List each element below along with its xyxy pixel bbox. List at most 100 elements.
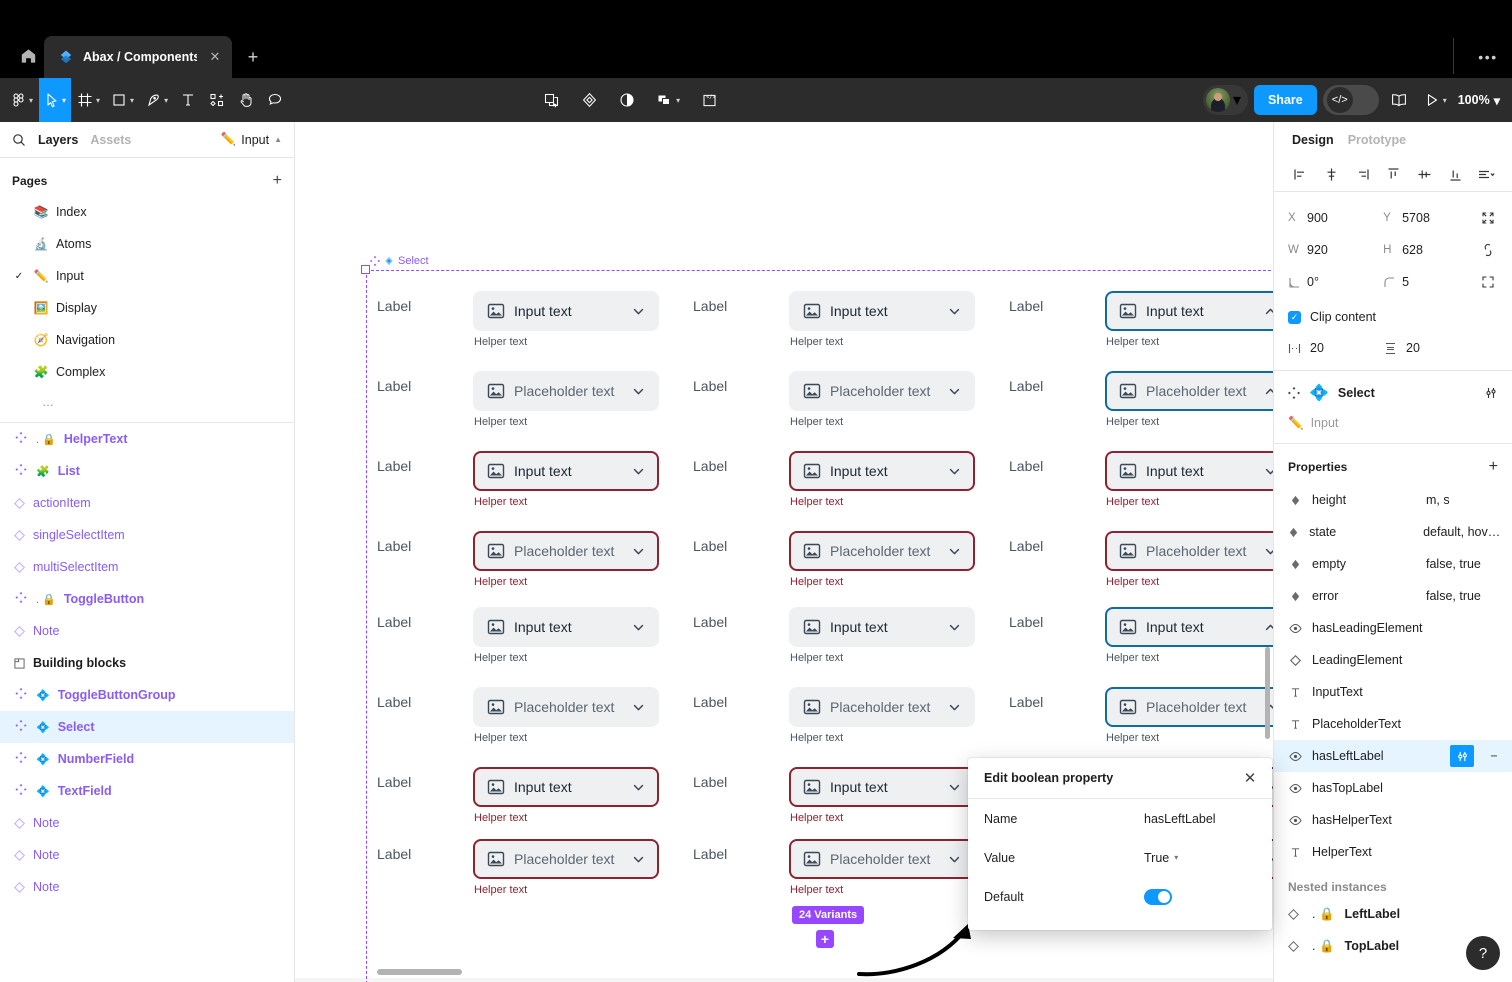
variant-cell[interactable]: Label Placeholder text Helper text [377, 839, 659, 896]
y-field[interactable]: Y 5708 [1383, 211, 1478, 225]
add-page-button[interactable]: + [273, 172, 282, 190]
dialog-name-value[interactable]: hasLeftLabel [1144, 812, 1216, 826]
library-button[interactable] [1385, 78, 1413, 122]
tab-layers[interactable]: Layers [38, 133, 78, 147]
vertical-scrollbar[interactable] [1265, 647, 1270, 739]
property-row-InputText[interactable]: InputText [1274, 676, 1512, 708]
x-field[interactable]: X 900 [1288, 211, 1383, 225]
variant-cell[interactable]: Label Placeholder text Helper text [693, 531, 975, 588]
page-item-navigation[interactable]: 🧭 Navigation [0, 324, 294, 356]
select-field[interactable]: Input text [789, 767, 975, 807]
zoom-menu[interactable]: 100% ▾ [1458, 93, 1500, 108]
chevron-down-icon[interactable] [947, 385, 961, 398]
variant-cell[interactable]: Label Placeholder text Helper text [1009, 531, 1273, 588]
align-bottom-icon[interactable] [1443, 163, 1467, 187]
clip-content-checkbox[interactable]: ✓ [1288, 310, 1301, 324]
contrast-button[interactable] [613, 78, 641, 122]
nested-instance-leftlabel[interactable]: . 🔒 LeftLabel [1274, 898, 1512, 930]
page-item-display[interactable]: 🖼️ Display [0, 292, 294, 324]
variant-cell[interactable]: Label Placeholder text Helper text [693, 839, 975, 896]
component-settings-icon[interactable] [1484, 386, 1498, 400]
layer-item-actionitem[interactable]: actionItem [0, 487, 294, 519]
variant-cell[interactable]: Label Input text Helper text [1009, 291, 1273, 348]
page-item-complex[interactable]: 🧩 Complex [0, 356, 294, 388]
align-vertical-center-icon[interactable] [1412, 163, 1436, 187]
align-horizontal-center-icon[interactable] [1319, 163, 1343, 187]
variant-cell[interactable]: Label Input text Helper text [693, 767, 975, 824]
dev-mode-toggle[interactable]: </> [1322, 85, 1379, 115]
select-field[interactable]: Input text [473, 291, 659, 331]
select-field[interactable]: Input text [473, 607, 659, 647]
tab-assets[interactable]: Assets [90, 133, 131, 147]
edit-property-button[interactable] [1450, 745, 1474, 767]
chevron-down-icon[interactable] [631, 701, 645, 714]
select-field[interactable]: Placeholder text [1105, 531, 1273, 571]
layer-item-list[interactable]: 🧩 List [0, 455, 294, 487]
property-row-hasLeftLabel[interactable]: hasLeftLabel − [1274, 740, 1512, 772]
chevron-down-icon[interactable] [631, 465, 645, 478]
select-field[interactable]: Placeholder text [789, 531, 975, 571]
select-field[interactable]: Placeholder text [1105, 371, 1273, 411]
component-set-frame-label[interactable]: Select [370, 255, 429, 267]
variant-cell[interactable]: Label Placeholder text Helper text [377, 687, 659, 744]
property-row-state[interactable]: state default, hovered… [1274, 516, 1512, 548]
select-field[interactable]: Placeholder text [789, 687, 975, 727]
clip-content-row[interactable]: ✓ Clip content [1274, 302, 1512, 332]
distribute-menu-icon[interactable] [1474, 163, 1498, 187]
chevron-down-icon[interactable] [631, 385, 645, 398]
select-field[interactable]: Placeholder text [789, 371, 975, 411]
variant-cell[interactable]: Label Placeholder text Helper text [377, 371, 659, 428]
add-variant-button[interactable]: + [816, 930, 834, 948]
variant-button[interactable] [575, 78, 603, 122]
share-button[interactable]: Share [1253, 85, 1317, 115]
tabbar-more-button[interactable]: ••• [1474, 44, 1502, 70]
chevron-down-icon[interactable] [631, 853, 645, 866]
layer-item-select[interactable]: 💠 Select [0, 711, 294, 743]
chevron-down-icon[interactable] [947, 545, 961, 558]
layer-item-building-blocks[interactable]: Building blocks [0, 647, 294, 679]
resize-to-fit-icon[interactable] [1478, 208, 1498, 228]
property-row-LeadingElement[interactable]: LeadingElement [1274, 644, 1512, 676]
variant-cell[interactable]: Label Placeholder text Helper text [1009, 371, 1273, 428]
select-field[interactable]: Placeholder text [473, 687, 659, 727]
page-item-atoms[interactable]: 🔬 Atoms [0, 228, 294, 260]
property-row-error[interactable]: error false, true [1274, 580, 1512, 612]
variant-cell[interactable]: Label Input text Helper text [377, 291, 659, 348]
variant-cell[interactable]: Label Input text Helper text [377, 607, 659, 664]
chevron-down-icon[interactable] [631, 545, 645, 558]
create-component-button[interactable] [537, 78, 565, 122]
layer-item-singleselectitem[interactable]: singleSelectItem [0, 519, 294, 551]
property-row-hasLeadingElement[interactable]: hasLeadingElement [1274, 612, 1512, 644]
close-tab-icon[interactable]: ✕ [206, 48, 224, 66]
dialog-default-toggle[interactable] [1144, 888, 1172, 905]
layer-item-togglebutton[interactable]: . 🔒 ToggleButton [0, 583, 294, 615]
layer-item-note[interactable]: Note [0, 839, 294, 871]
page-item-input[interactable]: ✓ ✏️ Input [0, 260, 294, 292]
chevron-up-icon[interactable] [1263, 385, 1273, 398]
w-field[interactable]: W 920 [1288, 243, 1383, 257]
chevron-down-icon[interactable] [631, 781, 645, 794]
select-field[interactable]: Placeholder text [473, 371, 659, 411]
horizontal-scrollbar[interactable] [377, 969, 462, 975]
select-field[interactable]: Input text [789, 451, 975, 491]
chevron-down-icon[interactable] [947, 701, 961, 714]
chevron-down-icon[interactable] [1263, 465, 1273, 478]
align-right-icon[interactable] [1350, 163, 1374, 187]
align-top-icon[interactable] [1381, 163, 1405, 187]
layer-item-note[interactable]: Note [0, 871, 294, 903]
select-field[interactable]: Placeholder text [789, 839, 975, 879]
layer-item-helpertext[interactable]: . 🔒 HelperText [0, 423, 294, 455]
chevron-down-icon[interactable] [947, 781, 961, 794]
variant-cell[interactable]: Label Input text Helper text [693, 291, 975, 348]
chevron-down-icon[interactable] [947, 465, 961, 478]
select-field[interactable]: Input text [789, 291, 975, 331]
present-button[interactable]: ▾ [1419, 78, 1452, 122]
corner-radius-field[interactable]: 5 [1383, 275, 1478, 289]
property-row-PlaceholderText[interactable]: PlaceholderText [1274, 708, 1512, 740]
chevron-down-icon[interactable] [631, 621, 645, 634]
chevron-up-icon[interactable] [1263, 621, 1273, 634]
variant-cell[interactable]: Label Input text Helper text [693, 451, 975, 508]
current-page-chip[interactable]: ✏️ Input ▲ [221, 132, 282, 147]
variant-cell[interactable]: Label Input text Helper text [377, 451, 659, 508]
move-tool-button[interactable]: ▾ [39, 78, 72, 122]
